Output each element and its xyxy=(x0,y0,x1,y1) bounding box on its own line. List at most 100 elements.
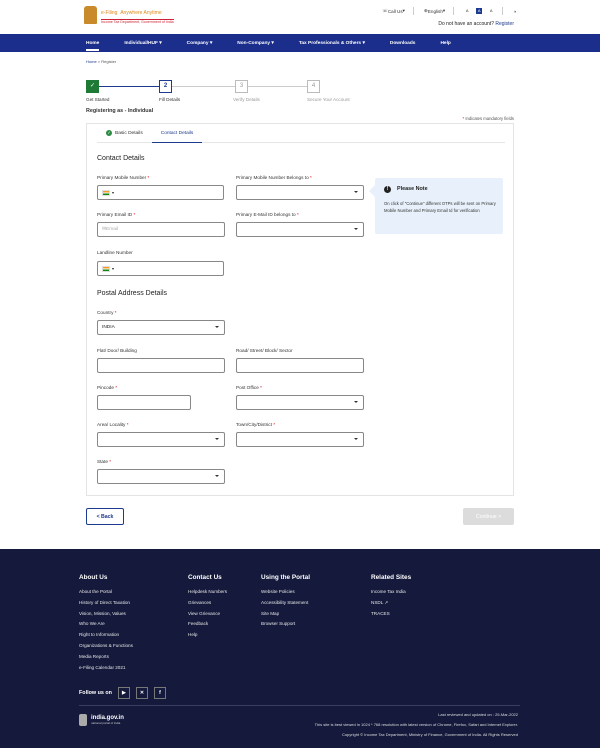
email-belongs-select[interactable] xyxy=(236,222,364,237)
contrast-icon: ◑ xyxy=(513,8,516,14)
primary-mobile-label-text: Primary Mobile Number xyxy=(97,175,147,180)
footer-link[interactable]: Browser Support xyxy=(261,619,310,630)
footer-link[interactable]: Site Map xyxy=(261,609,310,620)
step-4-indicator: 4 xyxy=(307,80,320,93)
contrast-toggle[interactable]: ◑ xyxy=(513,9,516,14)
footer-contact-title: Contact Us xyxy=(188,574,222,581)
pincode-label: Pincode * xyxy=(97,385,118,390)
footer-link[interactable]: Income Tax India xyxy=(371,587,411,598)
tab-contact-details[interactable]: Contact Details xyxy=(151,124,203,143)
india-flag-icon xyxy=(102,189,110,196)
landline-label: Landline Number xyxy=(97,250,133,255)
landline-code-dropdown[interactable]: ▾ xyxy=(112,266,114,271)
landline-field[interactable]: ▾ xyxy=(97,261,224,276)
footer-link[interactable]: Media Reports xyxy=(79,652,133,663)
tab-basic-label: Basic Details xyxy=(115,130,143,136)
footer-link[interactable]: Organizations & Functions xyxy=(79,641,133,652)
back-button[interactable]: < Back xyxy=(86,508,124,525)
country-label: Country * xyxy=(97,310,117,315)
footer-link[interactable]: Help xyxy=(188,630,227,641)
area-select[interactable] xyxy=(97,432,225,447)
footer-link[interactable]: Helpdesk Numbers xyxy=(188,587,227,598)
chevron-down-icon xyxy=(215,475,219,477)
youtube-icon[interactable]: ▶ xyxy=(117,687,130,699)
call-us-label: Call Us xyxy=(387,8,403,14)
nav-individual-label: Individual/HUF xyxy=(124,40,158,46)
footer-link[interactable]: TRACES xyxy=(371,609,411,620)
step-1-check-icon: ✓ xyxy=(86,80,99,93)
facebook-icon[interactable]: f xyxy=(153,687,166,699)
register-link[interactable]: Register xyxy=(495,21,514,27)
last-reviewed: Last reviewed and updated on : 29-Mar-20… xyxy=(438,712,518,717)
nav-tax-professionals[interactable]: Tax Professionals & Others ▾ xyxy=(299,41,365,46)
pincode-input[interactable] xyxy=(97,395,191,410)
chevron-down-icon xyxy=(215,438,219,440)
step-1-label: Get Started xyxy=(86,97,110,102)
footer-about: About Us About the Portal History of Dir… xyxy=(79,574,133,673)
nav-non-company[interactable]: Non-Company ▾ xyxy=(237,41,274,46)
language-dropdown[interactable]: ⊕ English ▾ xyxy=(424,8,445,14)
town-select[interactable] xyxy=(236,432,364,447)
footer-link[interactable]: History of Direct Taxation xyxy=(79,598,133,609)
mandatory-note: * Indicates mandatory fields xyxy=(462,116,514,121)
divider xyxy=(453,7,455,15)
primary-email-label-text: Primary Email ID xyxy=(97,212,133,217)
nav-help[interactable]: Help xyxy=(440,41,450,46)
india-flag-icon xyxy=(102,265,110,272)
area-label: Area/ Locality * xyxy=(97,422,129,427)
chevron-down-icon xyxy=(354,438,358,440)
footer-link[interactable]: Who We Are xyxy=(79,619,133,630)
utility-bar: ☏ Call Us ▾ ⊕ English ▾ A A A ◑ xyxy=(372,7,516,15)
breadcrumb-home[interactable]: Home xyxy=(86,59,97,64)
post-office-select[interactable] xyxy=(236,395,364,410)
info-icon: ! xyxy=(384,186,391,193)
footer-link[interactable]: About the Portal xyxy=(79,587,133,598)
footer-link[interactable]: Website Policies xyxy=(261,587,310,598)
state-label-text: State xyxy=(97,459,108,464)
font-increase-button[interactable]: A xyxy=(488,8,494,14)
nav-downloads[interactable]: Downloads xyxy=(390,41,416,46)
check-circle-icon: ✓ xyxy=(106,130,112,136)
font-decrease-button[interactable]: A xyxy=(464,8,470,14)
mobile-belongs-label: Primary Mobile Number Belongs to * xyxy=(236,175,312,180)
step-2-indicator: 2 xyxy=(159,80,172,93)
footer-link[interactable]: Right to Information xyxy=(79,630,133,641)
post-office-label-text: Post Office xyxy=(236,385,259,390)
footer-link[interactable]: Grievances xyxy=(188,598,227,609)
call-us-dropdown[interactable]: ☏ Call Us ▾ xyxy=(382,8,405,14)
nav-home[interactable]: Home xyxy=(86,41,100,51)
footer-related-title: Related Sites xyxy=(371,574,412,581)
footer-link[interactable]: NSDL ↗ xyxy=(371,598,411,609)
a-minus-icon: A xyxy=(465,8,469,13)
state-label: State * xyxy=(97,459,112,464)
breadcrumb: Home > Register xyxy=(86,59,116,64)
logo-subtitle: Income Tax Department, Government of Ind… xyxy=(101,18,174,24)
road-input[interactable] xyxy=(236,358,364,373)
font-reset-button[interactable]: A xyxy=(476,8,483,14)
continue-button[interactable]: Continue > xyxy=(463,508,514,525)
primary-email-field[interactable]: ✉ Email xyxy=(97,222,225,237)
country-code-dropdown[interactable]: ▾ xyxy=(112,190,114,195)
state-select[interactable] xyxy=(97,469,225,484)
nav-individual[interactable]: Individual/HUF ▾ xyxy=(124,41,161,46)
tab-basic-details[interactable]: ✓ Basic Details xyxy=(97,124,152,142)
chevron-down-icon xyxy=(215,326,219,328)
divider xyxy=(502,7,504,15)
efiling-logo[interactable]: e-Filing Anywhere Anytime Income Tax Dep… xyxy=(84,6,174,24)
country-select[interactable]: INDIA xyxy=(97,320,225,335)
footer-link[interactable]: View Grievance xyxy=(188,609,227,620)
nav-company[interactable]: Company ▾ xyxy=(187,41,213,46)
chevron-down-icon xyxy=(354,191,358,193)
footer-link[interactable]: Feedback xyxy=(188,619,227,630)
india-gov-logo[interactable]: india.gov.in national portal of india xyxy=(79,714,124,726)
footer-link[interactable]: Accessibility Statement xyxy=(261,598,310,609)
primary-mobile-field[interactable]: ▾ xyxy=(97,185,224,200)
flat-input[interactable] xyxy=(97,358,225,373)
footer-link[interactable]: Vision, Mission, Values xyxy=(79,609,133,620)
footer-link[interactable]: e-Filing Calendar 2021 xyxy=(79,663,133,674)
twitter-icon[interactable]: ✕ xyxy=(135,687,148,699)
primary-email-label: Primary Email ID * xyxy=(97,212,136,217)
main-nav: Home Individual/HUF ▾ Company ▾ Non-Comp… xyxy=(0,34,600,52)
step-connector xyxy=(99,86,159,87)
mobile-belongs-select[interactable] xyxy=(236,185,364,200)
